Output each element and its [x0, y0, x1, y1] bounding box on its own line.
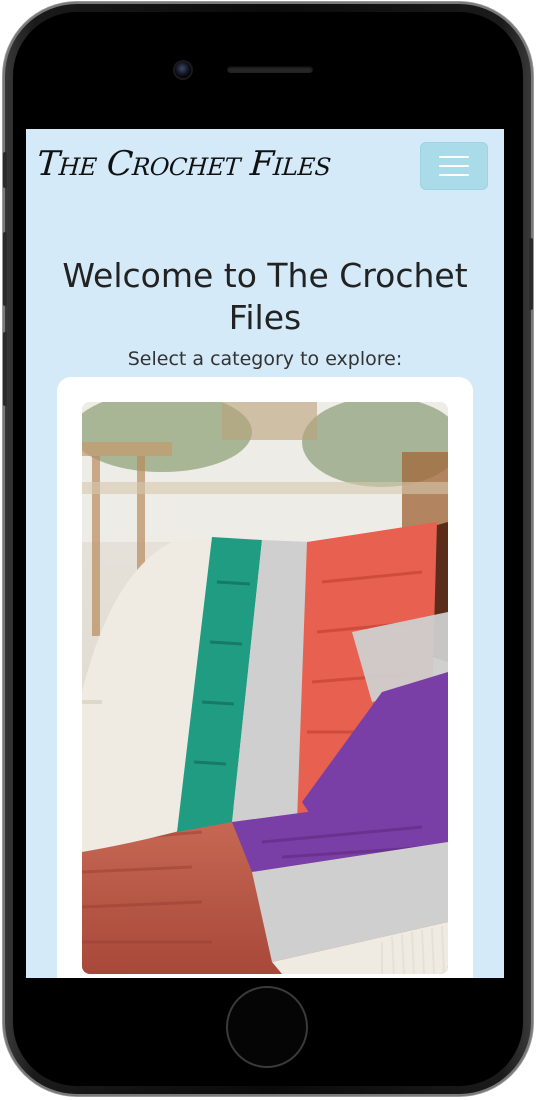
screen: The Crochet Files Welcome to The Crochet…	[26, 129, 504, 978]
navbar: The Crochet Files	[26, 129, 504, 199]
hamburger-menu-icon	[439, 174, 469, 176]
page-title: Welcome to The Crochet Files	[62, 256, 468, 338]
silent-switch	[3, 152, 7, 188]
earpiece-speaker	[227, 66, 313, 73]
hamburger-menu-icon	[439, 165, 469, 167]
category-image[interactable]	[82, 402, 448, 974]
page-subtitle: Select a category to explore:	[127, 348, 403, 370]
category-card[interactable]	[57, 377, 473, 978]
blanket-photo-icon	[82, 402, 448, 974]
volume-down-button	[3, 332, 7, 406]
volume-up-button	[3, 232, 7, 306]
home-button[interactable]	[226, 986, 308, 1068]
hamburger-menu-icon	[439, 156, 469, 158]
front-camera-icon	[175, 62, 191, 78]
power-button	[529, 238, 533, 310]
brand-logo[interactable]: The Crochet Files	[36, 144, 333, 184]
menu-toggle-button[interactable]	[420, 142, 488, 190]
